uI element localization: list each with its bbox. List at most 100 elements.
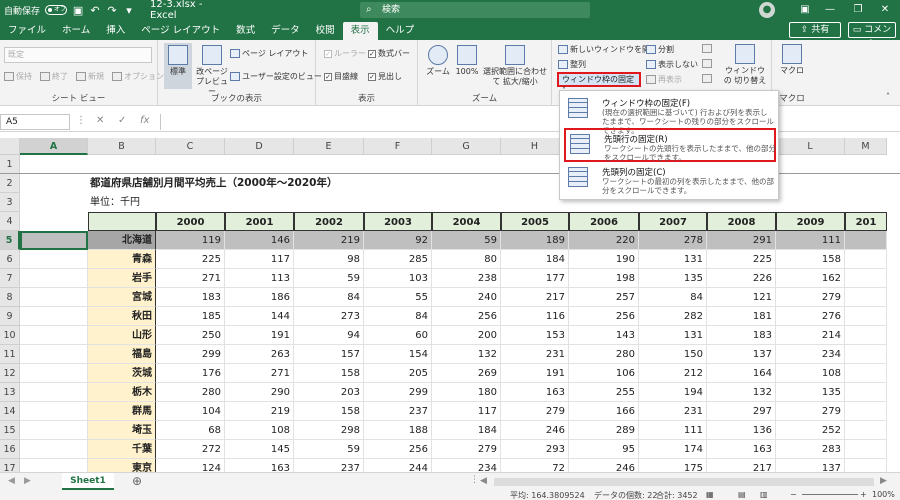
value-cell[interactable]: 95 — [569, 440, 639, 459]
value-cell[interactable]: 252 — [776, 421, 845, 440]
split-button[interactable]: 分割 — [646, 44, 674, 55]
value-cell[interactable]: 135 — [639, 269, 707, 288]
year-header[interactable]: 2009 — [776, 212, 845, 231]
normal-view-button[interactable]: 標準 — [164, 43, 192, 89]
gridlines-checkbox[interactable]: ✓ 目盛線 — [324, 71, 358, 82]
table-cell[interactable] — [845, 288, 887, 307]
table-cell[interactable] — [20, 421, 88, 440]
value-cell[interactable]: 117 — [432, 402, 501, 421]
tab-review[interactable]: 校閲 — [308, 22, 343, 40]
value-cell[interactable]: 226 — [707, 269, 776, 288]
collapse-ribbon-icon[interactable]: ˄ — [886, 92, 890, 101]
value-cell[interactable]: 131 — [639, 250, 707, 269]
value-cell[interactable]: 184 — [432, 421, 501, 440]
comment-button[interactable]: ▭ コメント — [848, 22, 896, 49]
row-header-17[interactable]: 17 — [0, 459, 20, 472]
tab-formulas[interactable]: 数式 — [228, 22, 263, 40]
column-header-c[interactable]: C — [156, 138, 225, 155]
value-cell[interactable]: 158 — [294, 402, 364, 421]
value-cell[interactable]: 103 — [364, 269, 432, 288]
value-cell[interactable]: 257 — [569, 288, 639, 307]
value-cell[interactable]: 205 — [364, 364, 432, 383]
value-cell[interactable]: 157 — [294, 345, 364, 364]
year-header[interactable]: 2005 — [501, 212, 569, 231]
insert-function-icon[interactable]: fx — [140, 115, 149, 126]
value-cell[interactable]: 188 — [364, 421, 432, 440]
value-cell[interactable]: 59 — [294, 440, 364, 459]
value-cell[interactable]: 72 — [501, 459, 569, 472]
exit-view-button[interactable]: 終了 — [40, 71, 68, 82]
value-cell[interactable]: 177 — [501, 269, 569, 288]
table-cell[interactable] — [845, 383, 887, 402]
row-header-10[interactable]: 10 — [0, 326, 20, 345]
value-cell[interactable]: 271 — [156, 269, 225, 288]
arrange-all-button[interactable]: 整列 — [558, 59, 586, 70]
value-cell[interactable]: 113 — [225, 269, 294, 288]
table-cell[interactable] — [20, 440, 88, 459]
row-header-4[interactable]: 4 — [0, 212, 20, 231]
sheet-view-combo[interactable]: 既定 — [4, 47, 152, 63]
value-cell[interactable]: 214 — [776, 326, 845, 345]
value-cell[interactable]: 255 — [569, 383, 639, 402]
value-cell[interactable]: 106 — [569, 364, 639, 383]
prefecture-cell[interactable]: 千葉 — [88, 440, 156, 459]
horizontal-scrollbar[interactable] — [494, 478, 874, 486]
value-cell[interactable]: 219 — [225, 402, 294, 421]
value-cell[interactable]: 136 — [707, 421, 776, 440]
value-cell[interactable]: 143 — [569, 326, 639, 345]
switch-windows-button[interactable]: ウィンドウの 切り替え — [722, 44, 768, 86]
customize-qat-icon[interactable]: ▾ — [123, 4, 135, 17]
row-header-16[interactable]: 16 — [0, 440, 20, 459]
freeze-top-row-option[interactable]: 先頭行の固定(R) ワークシートの先頭行を表示したままで、他の部分をスクロールで… — [564, 128, 776, 162]
hide-window-button[interactable]: 表示しない — [646, 59, 698, 70]
value-cell[interactable]: 59 — [432, 231, 501, 250]
value-cell[interactable]: 121 — [707, 288, 776, 307]
value-cell[interactable]: 163 — [225, 459, 294, 472]
value-cell[interactable]: 84 — [364, 307, 432, 326]
value-cell[interactable]: 293 — [501, 440, 569, 459]
value-cell[interactable]: 183 — [156, 288, 225, 307]
row-header-15[interactable]: 15 — [0, 421, 20, 440]
value-cell[interactable]: 186 — [225, 288, 294, 307]
tab-data[interactable]: データ — [263, 22, 308, 40]
formula-bar-checkbox[interactable]: ✓ 数式バー — [368, 48, 410, 59]
table-cell[interactable] — [20, 288, 88, 307]
value-cell[interactable]: 131 — [639, 326, 707, 345]
table-cell[interactable] — [845, 402, 887, 421]
zoom-slider[interactable] — [802, 494, 858, 495]
table-cell[interactable] — [20, 326, 88, 345]
value-cell[interactable]: 225 — [156, 250, 225, 269]
tab-file[interactable]: ファイル — [0, 22, 54, 40]
row-header-12[interactable]: 12 — [0, 364, 20, 383]
unhide-window-button[interactable]: 再表示 — [646, 74, 682, 85]
freeze-panes-button[interactable]: ウィンドウ枠の固定 ˅ — [557, 72, 641, 95]
value-cell[interactable]: 137 — [776, 459, 845, 472]
column-header-e[interactable]: E — [294, 138, 364, 155]
table-cell[interactable] — [845, 326, 887, 345]
table-cell[interactable] — [20, 459, 88, 472]
row-header-13[interactable]: 13 — [0, 383, 20, 402]
value-cell[interactable]: 234 — [776, 345, 845, 364]
value-cell[interactable]: 203 — [294, 383, 364, 402]
value-cell[interactable]: 84 — [294, 288, 364, 307]
view-side-by-side-icon[interactable] — [702, 44, 712, 53]
enter-icon[interactable]: ✓ — [118, 115, 126, 126]
table-cell[interactable] — [845, 231, 887, 250]
reset-position-icon[interactable] — [702, 74, 712, 83]
value-cell[interactable]: 183 — [707, 326, 776, 345]
cancel-icon[interactable]: ✕ — [96, 115, 104, 126]
prev-sheet-icon[interactable]: ◀ — [8, 476, 15, 486]
restore-button[interactable]: ❐ — [843, 0, 873, 20]
value-cell[interactable]: 108 — [225, 421, 294, 440]
value-cell[interactable]: 280 — [156, 383, 225, 402]
prefecture-cell[interactable]: 東京 — [88, 459, 156, 472]
table-cell[interactable] — [20, 364, 88, 383]
value-cell[interactable]: 175 — [639, 459, 707, 472]
value-cell[interactable]: 154 — [364, 345, 432, 364]
value-cell[interactable]: 234 — [432, 459, 501, 472]
row-header-3[interactable]: 3 — [0, 193, 20, 212]
value-cell[interactable]: 220 — [569, 231, 639, 250]
page-break-view-icon[interactable]: ▥ — [760, 490, 768, 499]
value-cell[interactable]: 246 — [569, 459, 639, 472]
value-cell[interactable]: 231 — [501, 345, 569, 364]
